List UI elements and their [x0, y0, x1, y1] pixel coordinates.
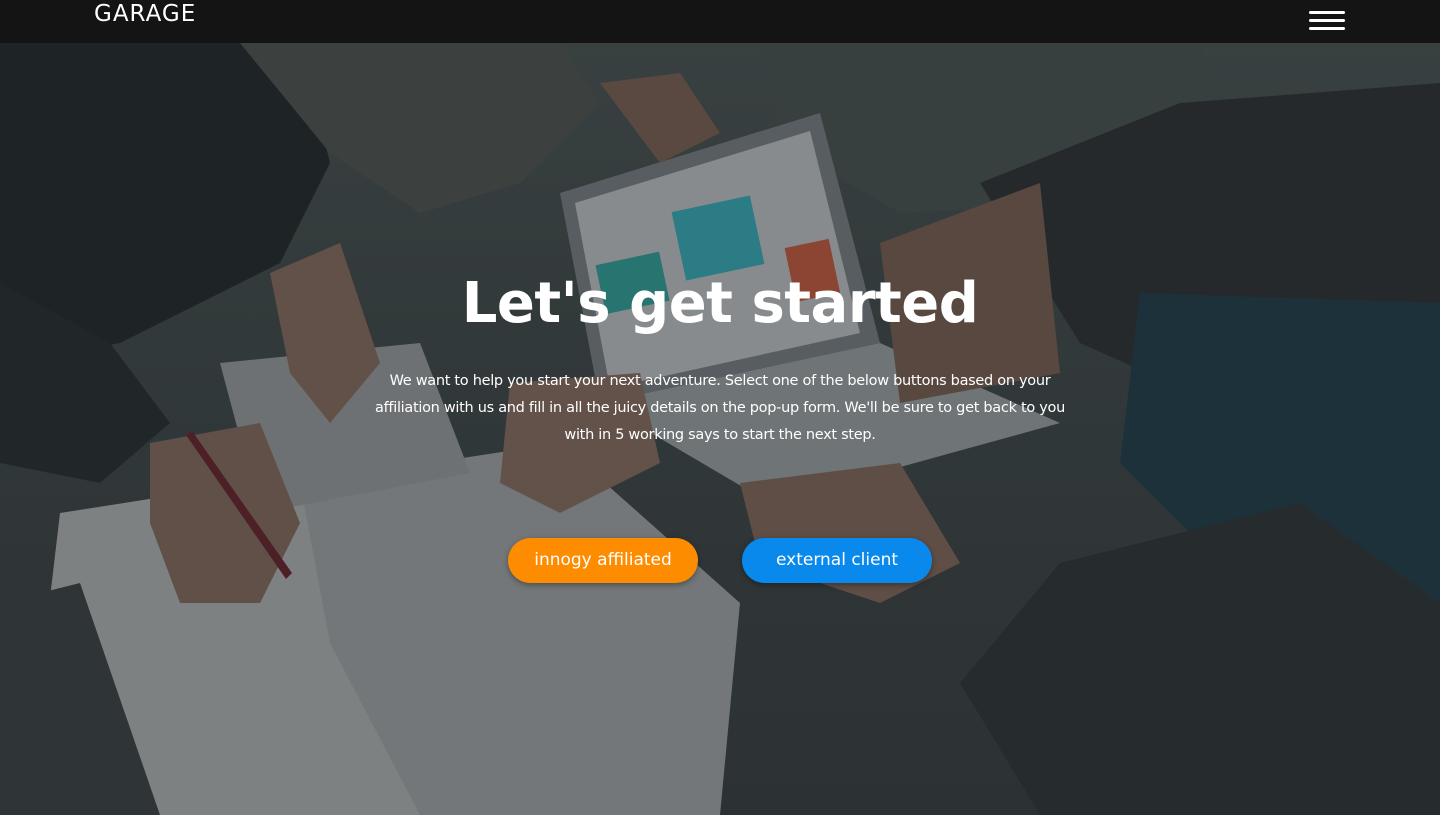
external-client-button[interactable]: external client	[742, 538, 932, 583]
top-navbar: GARAGE	[0, 0, 1440, 43]
menu-bar-middle	[1309, 19, 1345, 22]
menu-bar-top	[1309, 11, 1345, 14]
hero-content: Let's get started We want to help you st…	[0, 43, 1440, 815]
garage-logo[interactable]: GARAGE	[94, 1, 196, 27]
innogy-affiliated-button[interactable]: innogy affiliated	[508, 538, 698, 583]
menu-bar-bottom	[1309, 27, 1345, 30]
hero-headline: Let's get started	[461, 271, 979, 336]
hero-intro-text: We want to help you start your next adve…	[375, 373, 1065, 443]
hamburger-menu-icon[interactable]	[1309, 10, 1346, 34]
